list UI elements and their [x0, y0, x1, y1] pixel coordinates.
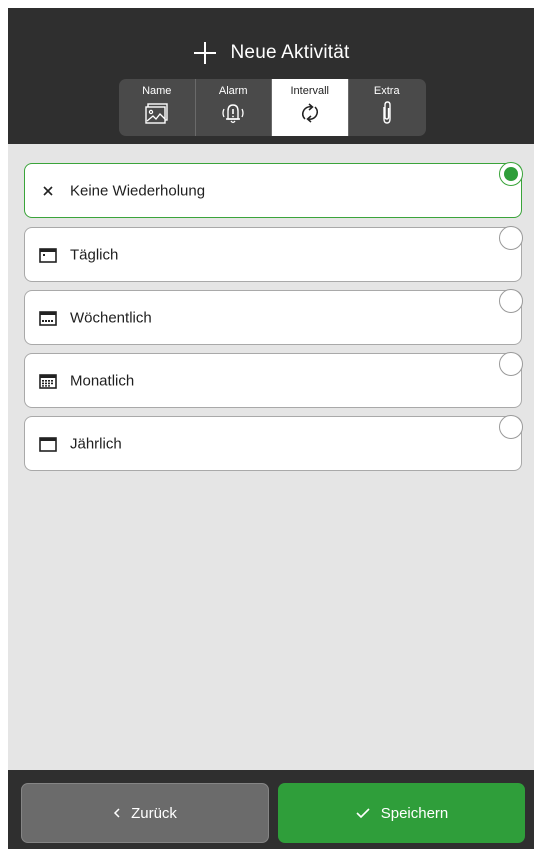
option-jaehrlich[interactable]: Jährlich — [24, 415, 523, 471]
checkmark-icon — [355, 807, 371, 819]
save-button-label: Speichern — [380, 804, 449, 822]
radio-button[interactable] — [499, 162, 523, 186]
bell-alert-icon — [218, 100, 248, 126]
option-label: Jährlich — [70, 435, 122, 452]
tab-alarm-label: Alarm — [218, 85, 248, 97]
tab-bar: Name Alarm Intervall Extra — [119, 79, 426, 136]
app-root: Neue Aktivität Name Alarm Intervall Extr… — [0, 0, 534, 849]
option-label: Wöchentlich — [70, 309, 152, 326]
repeat-icon — [297, 100, 323, 126]
close-icon — [39, 182, 57, 200]
tab-extra-label: Extra — [373, 85, 400, 97]
calendar-month-icon — [39, 372, 57, 390]
page-title: Neue Aktivität — [230, 42, 350, 63]
tab-intervall[interactable]: Intervall — [272, 79, 349, 136]
option-label: Monatlich — [70, 372, 135, 389]
radio-button[interactable] — [499, 415, 523, 439]
tab-name-label: Name — [142, 85, 172, 97]
calendar-week-icon — [39, 309, 57, 327]
option-woechentlich[interactable]: Wöchentlich — [24, 289, 523, 345]
interval-options-panel: Keine Wiederholung Täglich Wöchentlich M… — [8, 144, 534, 770]
option-label: Täglich — [70, 246, 119, 263]
tab-intervall-label: Intervall — [290, 85, 330, 97]
chevron-left-icon — [113, 807, 121, 819]
paperclip-icon — [376, 100, 398, 126]
option-monatlich[interactable]: Monatlich — [24, 352, 523, 408]
header: Neue Aktivität Name Alarm Intervall Extr… — [8, 8, 534, 144]
save-button[interactable]: Speichern — [278, 783, 525, 843]
option-taeglich[interactable]: Täglich — [24, 226, 523, 282]
image-icon — [144, 100, 170, 124]
radio-button[interactable] — [499, 352, 523, 376]
footer: Zurück Speichern — [8, 770, 534, 849]
option-keine-wiederholung[interactable]: Keine Wiederholung — [24, 162, 523, 218]
radio-button[interactable] — [499, 226, 523, 250]
plus-icon — [193, 41, 217, 65]
calendar-day-icon — [39, 246, 57, 264]
calendar-year-icon — [39, 435, 57, 453]
radio-button[interactable] — [499, 289, 523, 313]
back-button-label: Zurück — [131, 804, 177, 822]
tab-name[interactable]: Name — [119, 79, 196, 136]
tab-extra[interactable]: Extra — [349, 79, 426, 136]
back-button[interactable]: Zurück — [21, 783, 269, 843]
tab-alarm[interactable]: Alarm — [196, 79, 272, 136]
title-row: Neue Aktivität — [8, 38, 534, 68]
option-label: Keine Wiederholung — [70, 182, 206, 199]
